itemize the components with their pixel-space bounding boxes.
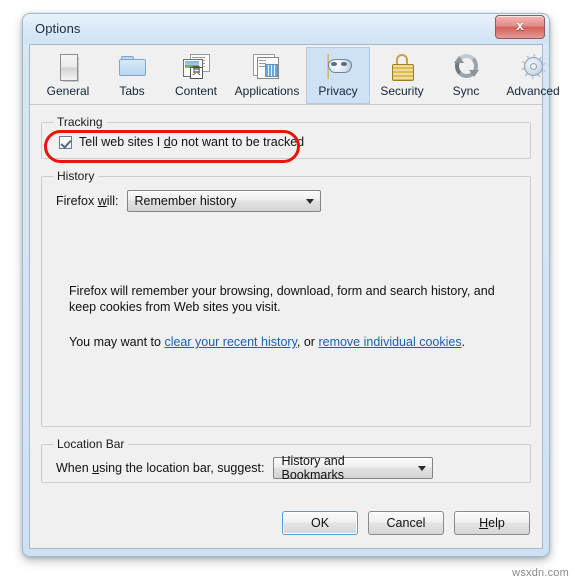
location-bar-label-pre: When [56, 461, 93, 475]
dnt-label-accel: d [163, 135, 171, 149]
tab-content[interactable]: 頁 Content [164, 47, 228, 104]
mask-icon [321, 52, 355, 82]
location-bar-group: Location Bar When using the location bar… [41, 437, 531, 483]
tab-general-label: General [46, 84, 90, 98]
firefox-will-post: ill: [106, 194, 119, 208]
ok-button[interactable]: OK [282, 511, 358, 535]
do-not-track-checkbox[interactable] [59, 135, 72, 149]
location-bar-suggest-row: When using the location bar, suggest: Hi… [52, 454, 520, 482]
help-accel: H [479, 516, 489, 530]
applications-icon [250, 52, 284, 82]
history-group: History Firefox will: Remember history F… [41, 169, 531, 427]
location-bar-legend: Location Bar [57, 437, 125, 451]
tab-content-label: Content [174, 84, 218, 98]
tab-general[interactable]: General [36, 47, 100, 104]
tab-security[interactable]: Security [370, 47, 434, 104]
sync-arrows-icon [449, 52, 483, 82]
tab-privacy-label: Privacy [318, 84, 358, 98]
help-button[interactable]: Help [454, 511, 530, 535]
cancel-button[interactable]: Cancel [368, 511, 444, 535]
tab-advanced-label: Advanced [506, 84, 560, 98]
tab-advanced[interactable]: Advanced [498, 47, 568, 104]
dnt-label-pre: Tell web sites I [79, 135, 164, 149]
dialog-client-area: General Tabs 頁 Content Applications Priv… [29, 44, 560, 549]
firefox-will-pre: Firefox [56, 194, 98, 208]
window-title: Options [35, 21, 81, 36]
history-mode-dropdown[interactable]: Remember history [126, 190, 321, 212]
close-icon: x [516, 18, 524, 33]
firefox-will-row: Firefox will: Remember history [52, 187, 520, 212]
close-button[interactable]: x [495, 15, 545, 39]
clear-recent-history-link[interactable]: clear your recent history [164, 335, 296, 349]
tab-applications[interactable]: Applications [228, 47, 306, 104]
location-bar-label-post: sing the location bar, suggest: [99, 461, 265, 475]
location-bar-suggest-dropdown[interactable]: History and Bookmarks [273, 454, 434, 482]
content-cjk-glyph: 頁 [190, 67, 203, 79]
tab-sync-label: Sync [452, 84, 480, 98]
dnt-label-post: o not want to be tracked [170, 135, 305, 149]
do-not-track-row[interactable]: Tell web sites I do not want to be track… [52, 133, 520, 149]
title-bar: Options x [23, 14, 549, 44]
tab-security-label: Security [380, 84, 424, 98]
general-icon [51, 52, 85, 82]
history-legend: History [57, 169, 95, 183]
firefox-will-accel: w [97, 194, 107, 208]
privacy-panel: Tracking Tell web sites I do not want to… [30, 105, 542, 548]
history-description: Firefox will remember your browsing, dow… [69, 284, 495, 314]
content-page-icon: 頁 [179, 52, 213, 82]
chevron-down-icon [305, 198, 314, 204]
history-links-mid: , or [296, 335, 319, 349]
remove-individual-cookies-link[interactable]: remove individual cookies [318, 335, 461, 349]
tab-privacy[interactable]: Privacy [306, 47, 370, 104]
tracking-legend: Tracking [57, 115, 103, 129]
history-mode-value: Remember history [134, 194, 237, 208]
watermark: wsxdn.com [512, 567, 569, 579]
tab-tabs[interactable]: Tabs [100, 47, 164, 104]
padlock-icon [385, 52, 419, 82]
location-bar-suggest-value: History and Bookmarks [281, 454, 345, 482]
chevron-down-icon [418, 465, 427, 471]
gear-icon [516, 52, 550, 82]
do-not-track-label: Tell web sites I do not want to be track… [79, 135, 304, 149]
tracking-group: Tracking Tell web sites I do not want to… [41, 115, 531, 163]
help-label-post: elp [488, 516, 505, 530]
tab-applications-label: Applications [234, 84, 300, 98]
options-dialog-window: Options x General Tabs 頁 Content Applica… [22, 13, 560, 557]
firefox-will-label: Firefox will: [56, 194, 119, 208]
tab-tabs-label: Tabs [119, 84, 145, 98]
dialog-button-bar: OK Cancel Help [282, 511, 530, 535]
location-bar-label: When using the location bar, suggest: [56, 461, 264, 475]
folder-icon [115, 52, 149, 82]
tab-sync[interactable]: Sync [434, 47, 498, 104]
history-links-line: You may want to clear your recent histor… [69, 335, 465, 349]
history-links-post: . [461, 335, 466, 349]
history-links-pre: You may want to [69, 335, 165, 349]
options-tab-strip: General Tabs 頁 Content Applications Priv… [30, 45, 560, 105]
